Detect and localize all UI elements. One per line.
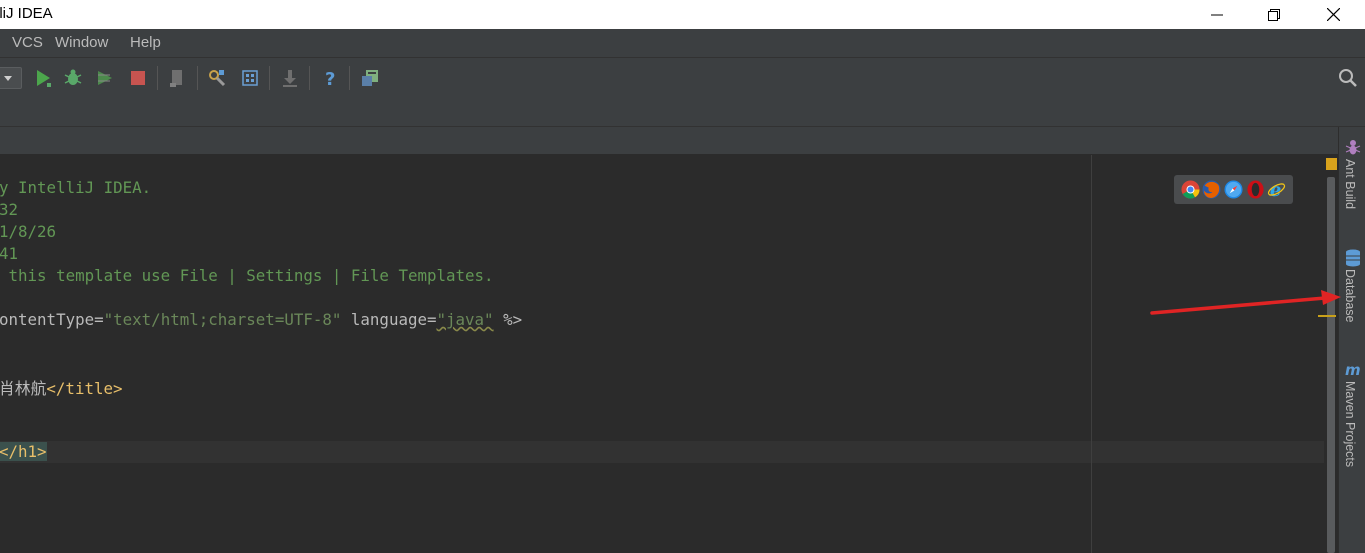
toolbar-separator	[309, 66, 310, 90]
sdk-manager-button[interactable]	[360, 68, 380, 88]
maven-icon: m	[1345, 362, 1361, 378]
code-line: </h1>	[0, 442, 47, 461]
svg-text:e: e	[1270, 180, 1281, 199]
open-in-browser-popup: e	[1174, 175, 1293, 204]
title-bar: lliJ IDEA	[0, 0, 1365, 29]
code-token: y IntelliJ IDEA.	[0, 178, 152, 197]
firefox-icon[interactable]	[1202, 180, 1221, 199]
annotation-arrow	[1150, 290, 1341, 315]
ant-build-tool-button[interactable]: Ant Build	[1339, 135, 1365, 223]
coverage-button[interactable]	[95, 68, 115, 88]
close-icon	[1326, 8, 1340, 21]
code-line: this template use File | Settings | File…	[0, 266, 494, 285]
ant-build-label: Ant Build	[1343, 159, 1357, 210]
code-token: 1/8/26	[0, 222, 57, 241]
database-label: Database	[1343, 269, 1357, 323]
chrome-icon[interactable]	[1181, 180, 1200, 199]
code-token: "java"	[436, 310, 494, 329]
build-artifact-icon	[170, 70, 182, 87]
code-line: 32	[0, 200, 18, 219]
stop-icon	[131, 71, 145, 85]
dropdown-arrow-icon	[4, 76, 12, 81]
minimize-icon	[1211, 14, 1223, 15]
ie-icon[interactable]: e	[1267, 180, 1286, 199]
code-token: ontentType=	[0, 310, 104, 329]
run-button[interactable]	[33, 68, 53, 88]
search-icon	[1339, 69, 1357, 87]
code-line: y IntelliJ IDEA.	[0, 178, 151, 197]
current-line-highlight	[0, 441, 1324, 463]
code-token: 41	[0, 244, 19, 263]
settings-wrench-icon	[209, 70, 226, 87]
help-button[interactable]: ?	[320, 68, 340, 90]
project-structure-button[interactable]	[240, 68, 260, 88]
menu-window[interactable]: Window	[55, 34, 108, 51]
warning-indicator-icon[interactable]	[1326, 158, 1337, 170]
code-token: </h1>	[0, 442, 47, 461]
right-tool-window-bar: Ant Build Database m Maven Projects	[1338, 127, 1365, 553]
toolbar-separator	[349, 66, 350, 90]
svg-text:?: ?	[325, 69, 335, 88]
code-line: 1/8/26	[0, 222, 56, 241]
maven-projects-tool-button[interactable]: m Maven Projects	[1339, 359, 1365, 479]
code-line: 肖林航</title>	[0, 376, 123, 399]
menu-bar: VCS Window Help	[0, 29, 1365, 57]
restore-icon	[1268, 8, 1280, 21]
editor-scrollbar[interactable]	[1318, 155, 1338, 553]
svg-text:m: m	[1345, 362, 1361, 378]
toolbar-separator	[157, 66, 158, 90]
safari-icon[interactable]	[1224, 180, 1243, 199]
sdk-manager-icon	[362, 70, 378, 86]
vcs-update-icon	[283, 70, 297, 87]
help-icon: ?	[325, 69, 335, 90]
maven-projects-label: Maven Projects	[1343, 381, 1357, 468]
window-title: lliJ IDEA	[0, 5, 53, 22]
database-icon	[1346, 249, 1360, 267]
coverage-icon	[98, 71, 112, 85]
main-toolbar: ?	[0, 57, 1365, 99]
code-token: </title>	[46, 379, 123, 398]
right-margin-guide	[1091, 155, 1092, 553]
code-token: %>	[493, 310, 523, 329]
code-token: 32	[0, 200, 19, 219]
close-button[interactable]	[1303, 0, 1363, 29]
run-config-dropdown[interactable]	[0, 67, 22, 89]
code-token: "text/html;charset=UTF-8"	[103, 310, 342, 329]
editor-tabs	[0, 127, 1338, 155]
vcs-update-button[interactable]	[280, 68, 300, 88]
debug-button[interactable]	[63, 68, 83, 88]
run-icon	[37, 70, 51, 87]
menu-vcs[interactable]: VCS	[12, 34, 43, 51]
code-token: 肖林航	[0, 379, 47, 398]
stop-button[interactable]	[128, 68, 148, 88]
menu-help[interactable]: Help	[130, 34, 161, 51]
project-structure-icon	[242, 70, 258, 86]
code-token: this template use File | Settings | File…	[0, 266, 494, 285]
navigation-bar	[0, 98, 1365, 127]
code-line: ontentType="text/html;charset=UTF-8" lan…	[0, 310, 522, 329]
settings-button[interactable]	[207, 68, 227, 88]
scroll-thumb[interactable]	[1327, 177, 1335, 553]
minimize-button[interactable]	[1187, 0, 1247, 29]
code-line: 41	[0, 244, 18, 263]
restore-button[interactable]	[1244, 0, 1304, 29]
code-token: language=	[341, 310, 437, 329]
build-artifact-button[interactable]	[168, 68, 188, 88]
opera-icon[interactable]	[1246, 180, 1265, 199]
search-everywhere-button[interactable]	[1338, 68, 1358, 88]
debug-icon	[64, 69, 82, 85]
code-editor[interactable]: y IntelliJ IDEA. 32 1/8/26 41 this template…	[0, 155, 1324, 553]
toolbar-separator	[197, 66, 198, 90]
toolbar-separator	[269, 66, 270, 90]
ant-icon	[1345, 140, 1361, 155]
